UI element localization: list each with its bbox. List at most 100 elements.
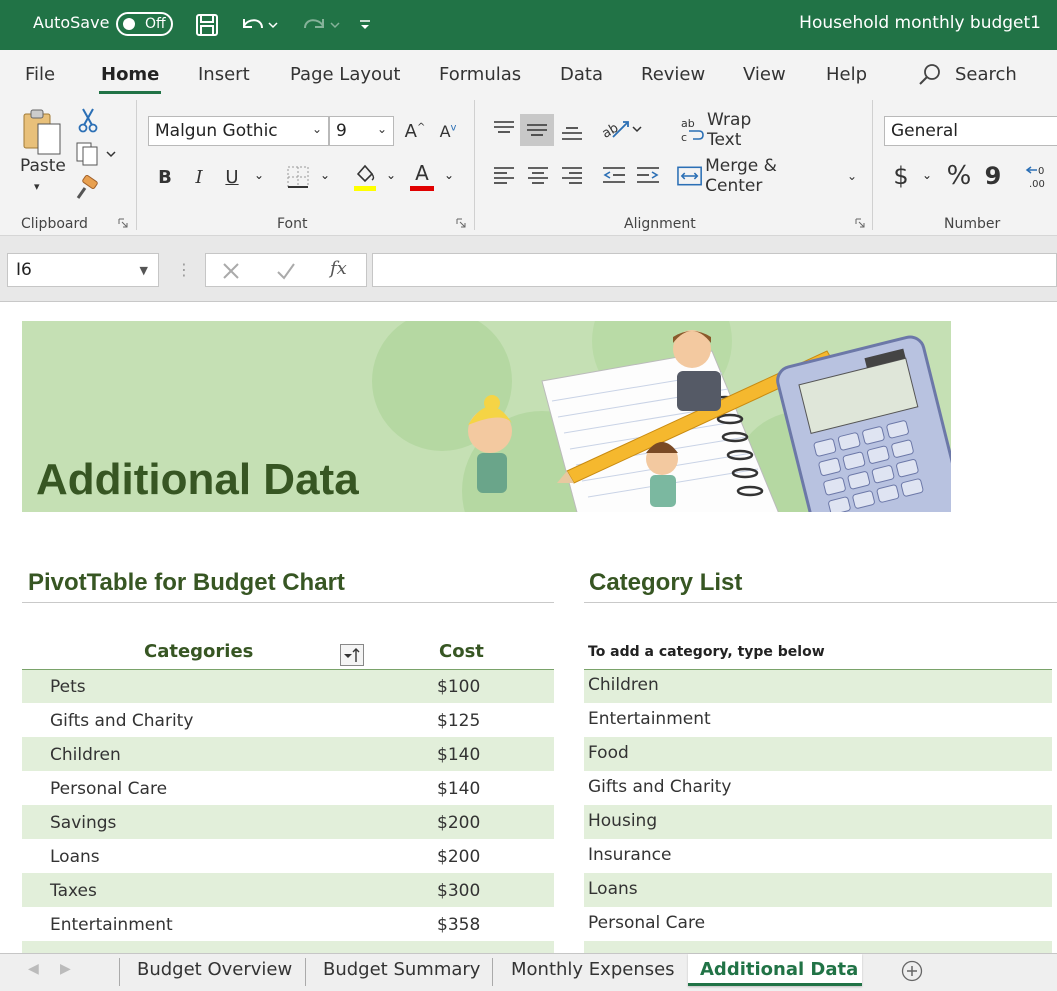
merge-center-button[interactable]: Merge & Center ⌄ [677, 156, 857, 196]
insert-function-icon[interactable]: fx [330, 258, 347, 279]
list-item-partial[interactable] [584, 941, 1052, 953]
currency-button[interactable]: $ [888, 160, 914, 192]
tab-insert[interactable]: Insert [198, 64, 250, 85]
worksheet[interactable]: Additional Data PivotTable for Budget Ch… [0, 302, 1057, 953]
table-row[interactable]: Gifts and Charity $125 [22, 703, 554, 737]
enter-icon[interactable] [276, 262, 296, 280]
list-item[interactable]: Insurance [584, 839, 1052, 873]
scroll-left-icon[interactable]: ◀ [28, 961, 39, 977]
percent-button[interactable]: % [944, 160, 974, 192]
list-item-label: Children [588, 675, 659, 695]
table-row[interactable]: Children $140 [22, 737, 554, 771]
comma-style-button[interactable]: 9 [982, 160, 1004, 192]
font-size-select[interactable]: 9 ⌄ [329, 116, 394, 146]
pivot-title: PivotTable for Budget Chart [28, 569, 345, 596]
copy-button[interactable] [74, 140, 118, 168]
increase-font-size-button[interactable]: A^ [401, 116, 429, 146]
sheet-tab-budget-summary[interactable]: Budget Summary [323, 959, 480, 980]
sort-filter-button[interactable] [340, 644, 364, 666]
sheet-tab-monthly-expenses[interactable]: Monthly Expenses [511, 959, 675, 980]
sort-filter-icon [344, 648, 360, 662]
customize-quick-access-button[interactable] [354, 10, 376, 40]
list-item[interactable]: Gifts and Charity [584, 771, 1052, 805]
increase-indent-button[interactable] [634, 160, 662, 190]
clipboard-launcher-icon[interactable] [118, 218, 128, 228]
cut-button[interactable] [76, 106, 100, 134]
italic-button[interactable]: I [186, 162, 212, 192]
list-item[interactable]: Food [584, 737, 1052, 771]
list-item-label: Loans [588, 879, 638, 899]
category-cell: Gifts and Charity [50, 711, 194, 731]
cost-cell: $358 [437, 915, 481, 935]
paste-icon [23, 109, 61, 155]
list-item[interactable]: Housing [584, 805, 1052, 839]
format-painter-button[interactable] [74, 174, 102, 202]
align-left-icon [494, 167, 514, 184]
search-box[interactable]: Search [955, 64, 1017, 85]
orientation-icon: ab [601, 121, 642, 141]
undo-button[interactable] [236, 10, 280, 40]
wrap-text-button[interactable]: ab c Wrap Text [681, 110, 791, 150]
tab-data[interactable]: Data [560, 64, 603, 85]
table-row-partial[interactable] [22, 941, 554, 953]
font-color-button[interactable]: A [408, 160, 436, 194]
tab-page-layout[interactable]: Page Layout [290, 64, 401, 85]
bold-button[interactable]: B [152, 162, 178, 192]
table-row[interactable]: Savings $200 [22, 805, 554, 839]
align-right-button[interactable] [558, 160, 586, 190]
add-sheet-icon[interactable] [901, 960, 923, 982]
chevron-down-icon: ⌄ [376, 122, 387, 136]
list-item[interactable]: Entertainment [584, 703, 1052, 737]
paste-button[interactable] [18, 104, 66, 160]
borders-button[interactable] [283, 162, 313, 192]
save-button[interactable] [192, 10, 222, 40]
tab-help[interactable]: Help [826, 64, 867, 85]
name-box[interactable]: I6 ▼ [7, 253, 159, 287]
autosave-toggle[interactable]: Off [116, 12, 173, 36]
font-family-select[interactable]: Malgun Gothic ⌄ [148, 116, 329, 146]
list-item[interactable]: Personal Care [584, 907, 1052, 941]
redo-button[interactable] [296, 10, 342, 40]
underline-dropdown-icon[interactable]: ⌄ [254, 168, 264, 182]
table-row[interactable]: Pets $100 [22, 669, 554, 703]
tab-formulas[interactable]: Formulas [439, 64, 521, 85]
table-row[interactable]: Personal Care $140 [22, 771, 554, 805]
paste-dropdown-icon[interactable]: ▾ [34, 180, 40, 193]
list-item[interactable]: Children [584, 669, 1052, 703]
redo-icon [304, 19, 340, 29]
fill-color-dropdown-icon[interactable]: ⌄ [386, 168, 396, 182]
alignment-launcher-icon[interactable] [855, 218, 865, 228]
tab-review[interactable]: Review [641, 64, 705, 85]
tab-file[interactable]: File [25, 64, 55, 85]
cancel-icon[interactable] [222, 262, 240, 280]
top-align-button[interactable] [490, 114, 518, 144]
formula-input[interactable] [372, 253, 1057, 287]
currency-dropdown-icon[interactable]: ⌄ [922, 168, 932, 182]
decrease-indent-button[interactable] [600, 160, 628, 190]
font-color-dropdown-icon[interactable]: ⌄ [444, 168, 454, 182]
font-launcher-icon[interactable] [456, 218, 466, 228]
orientation-button[interactable]: ab [600, 114, 644, 144]
align-left-button[interactable] [490, 160, 518, 190]
pivot-table: Pets $100 Gifts and Charity $125 Children $… [22, 669, 554, 953]
decrease-font-size-button[interactable]: Av [434, 116, 462, 146]
tab-home[interactable]: Home [98, 64, 162, 94]
underline-button[interactable]: U [219, 162, 245, 192]
wrap-text-label: Wrap Text [707, 110, 752, 150]
table-row[interactable]: Entertainment $358 [22, 907, 554, 941]
list-item[interactable]: Loans [584, 873, 1052, 907]
borders-dropdown-icon[interactable]: ⌄ [320, 168, 330, 182]
table-row[interactable]: Loans $200 [22, 839, 554, 873]
increase-decimal-button[interactable]: 0.00 [1020, 160, 1054, 192]
number-format-select[interactable]: General [884, 116, 1057, 146]
sheet-tab-budget-overview[interactable]: Budget Overview [137, 959, 292, 980]
bottom-align-button[interactable] [558, 114, 586, 148]
tab-view[interactable]: View [743, 64, 786, 85]
align-center-button[interactable] [524, 160, 552, 190]
scroll-right-icon[interactable]: ▶ [60, 961, 71, 977]
fill-color-button[interactable] [351, 160, 379, 194]
middle-align-button[interactable] [520, 114, 554, 146]
sheet-tab-additional-data[interactable]: Additional Data [700, 959, 858, 980]
table-row[interactable]: Taxes $300 [22, 873, 554, 907]
formula-bar-grip-icon[interactable]: ⋮ [176, 260, 192, 279]
